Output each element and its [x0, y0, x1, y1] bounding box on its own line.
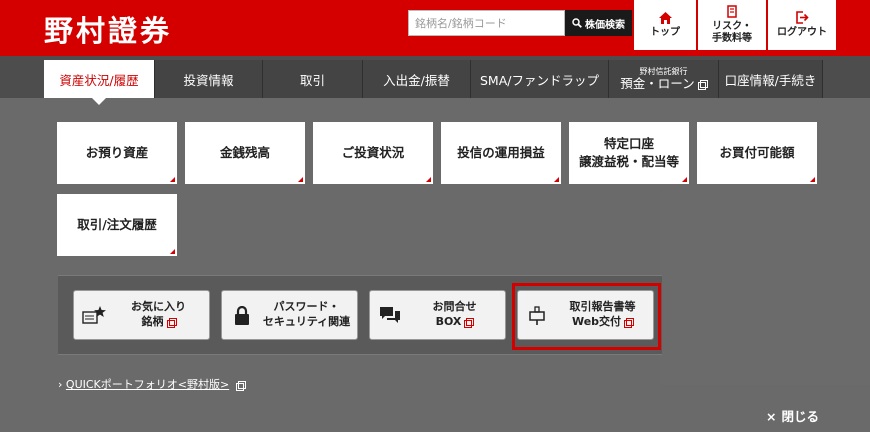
external-link-icon [166, 317, 177, 328]
highlight-box [512, 283, 661, 350]
quick-portfolio-label[interactable]: QUICKポートフォリオ<野村版> [66, 378, 229, 391]
risk-fee-label-1: リスク・ [712, 21, 752, 32]
global-nav: 資産状況/履歴 投資情報 取引 入出金/振替 SMA/ファンドラップ 野村信託銀… [0, 56, 870, 105]
logout-icon [795, 11, 809, 24]
favorites-line1: お気に入り [131, 300, 186, 314]
inquiry-line1: お問合せ [432, 300, 477, 314]
star-list-icon [82, 306, 106, 324]
tile-purchasable-amount[interactable]: お買付可能額 [697, 122, 817, 184]
risk-fee-button[interactable]: リスク・ 手数料等 [698, 0, 766, 50]
favorites-line2: 銘柄 [141, 315, 164, 328]
inquiry-box-button[interactable]: お問合せ BOX [369, 290, 506, 340]
chevron-right-icon: › [58, 378, 63, 391]
nav-deposit-transfer[interactable]: 入出金/振替 [362, 60, 470, 98]
nav-bank-main: 預金・ローン [620, 75, 695, 91]
tile-specific-account-line1: 特定口座 [603, 135, 654, 151]
search-icon [572, 18, 582, 28]
nav-trade[interactable]: 取引 [262, 60, 362, 98]
document-icon [726, 5, 737, 18]
logout-label: ログアウト [777, 27, 827, 38]
background-overlay [660, 190, 870, 385]
stock-search-label: 株価検索 [585, 19, 625, 31]
close-label: 閉じる [781, 409, 819, 424]
header-buttons: トップ リスク・ 手数料等 ログアウト [634, 0, 836, 50]
external-link-icon [464, 317, 475, 328]
external-link-icon [697, 79, 708, 90]
home-icon [658, 11, 672, 24]
nav-bank-loan[interactable]: 野村信託銀行 預金・ローン [608, 60, 718, 98]
close-icon: × [766, 409, 777, 424]
nav-account-info[interactable]: 口座情報/手続き [718, 60, 823, 98]
password-security-button[interactable]: パスワード・ セキュリティ関連 [221, 290, 358, 340]
tile-cash-balance[interactable]: 金銭残高 [185, 122, 305, 184]
stock-search-input[interactable] [408, 10, 565, 36]
tile-fund-pnl[interactable]: 投信の運用損益 [441, 122, 561, 184]
chat-bubbles-icon [380, 307, 400, 323]
risk-fee-label-2: 手数料等 [712, 33, 752, 44]
header-bar: 野村證券 株価検索 トップ リスク・ 手数料等 ログアウト [0, 0, 870, 56]
top-button[interactable]: トップ [634, 0, 696, 50]
inquiry-line2: BOX [435, 315, 462, 328]
tile-specific-account-line2: 譲渡益税・配当等 [578, 154, 679, 169]
top-button-label: トップ [650, 26, 680, 38]
lock-icon [235, 305, 249, 325]
nav-sma-fundwrap[interactable]: SMA/ファンドラップ [470, 60, 608, 98]
tile-investment-status[interactable]: ご投資状況 [313, 122, 433, 184]
stock-search: 株価検索 [408, 10, 632, 36]
external-link-icon [235, 380, 246, 391]
close-menu-button[interactable]: × 閉じる [766, 406, 819, 425]
tile-trade-order-history[interactable]: 取引/注文履歴 [57, 194, 177, 256]
password-line1: パスワード・ [273, 300, 340, 314]
password-line2: セキュリティ関連 [262, 315, 351, 328]
quick-portfolio-link[interactable]: › QUICKポートフォリオ<野村版> [58, 376, 246, 392]
favorites-button[interactable]: お気に入り 銘柄 [73, 290, 210, 340]
nav-investment-info[interactable]: 投資情報 [154, 60, 262, 98]
tile-specific-account[interactable]: 特定口座 譲渡益税・配当等 [569, 122, 689, 184]
nomura-logo[interactable]: 野村證券 [44, 8, 172, 50]
stock-search-button[interactable]: 株価検索 [565, 10, 632, 36]
nav-asset-history[interactable]: 資産状況/履歴 [44, 60, 154, 105]
tile-deposited-assets[interactable]: お預り資産 [57, 122, 177, 184]
logout-button[interactable]: ログアウト [768, 0, 836, 50]
